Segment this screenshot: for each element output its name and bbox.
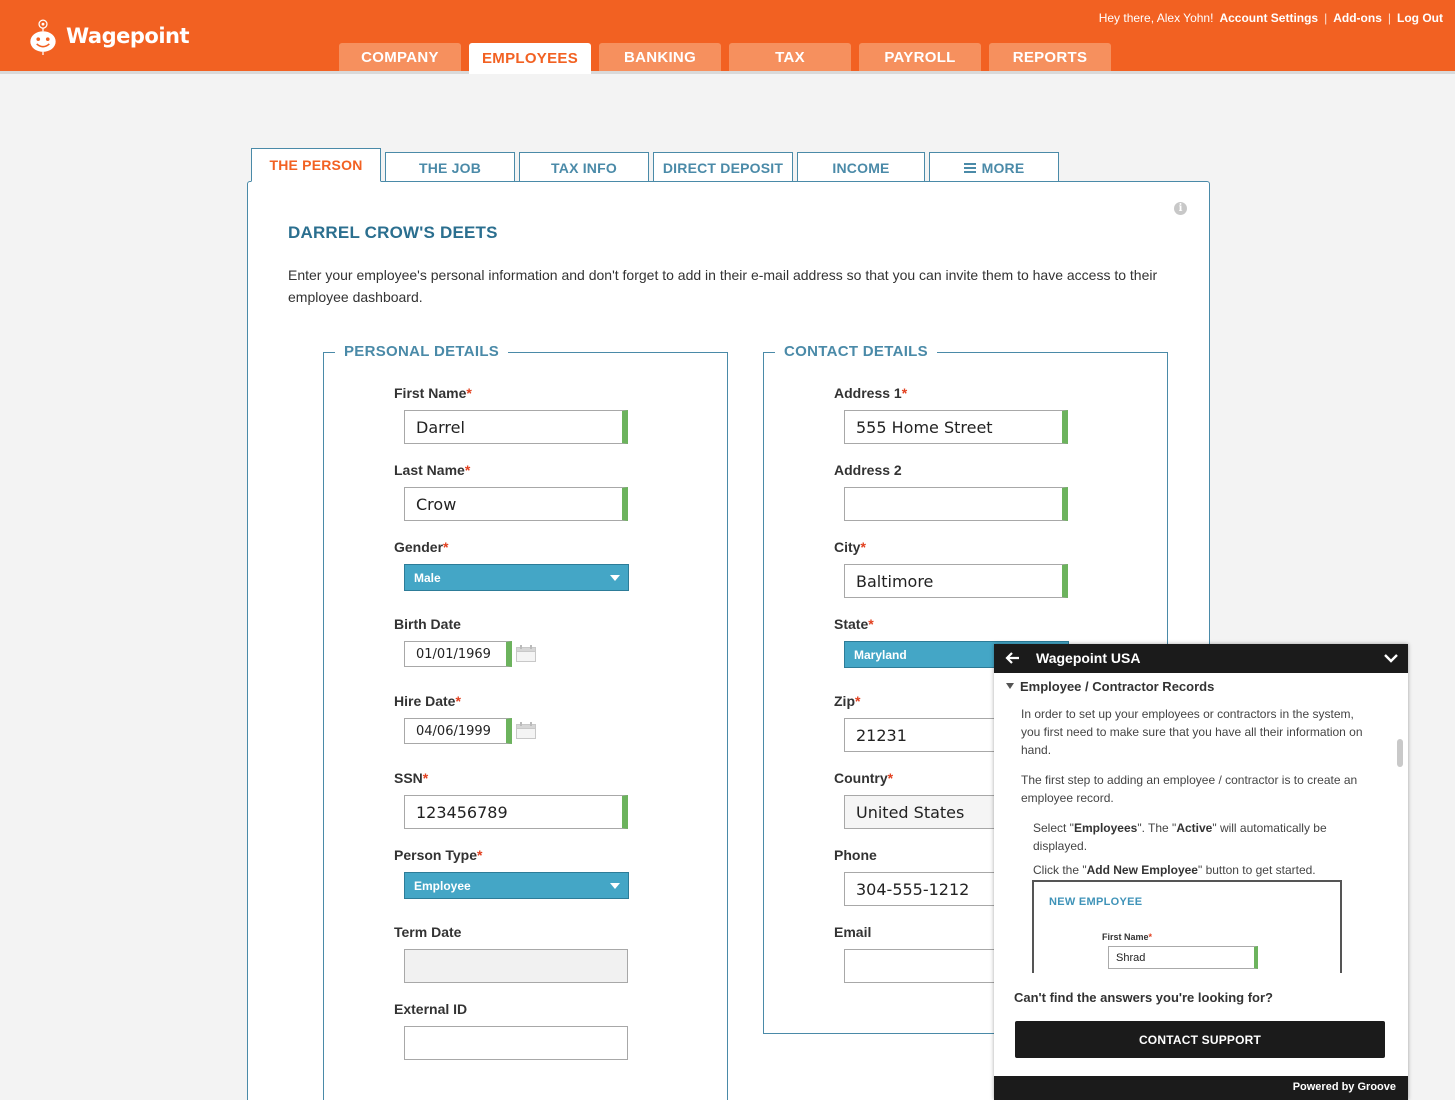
gender-select[interactable]: Male: [404, 564, 629, 591]
logo[interactable]: Wagepoint: [24, 12, 190, 60]
top-bar: Wagepoint Hey there, Alex Yohn! Account …: [0, 0, 1455, 74]
separator: |: [1387, 11, 1392, 25]
widget-screenshot: NEW EMPLOYEE First Name* Shrad: [1032, 880, 1342, 973]
ssn-input[interactable]: 123456789: [404, 795, 628, 829]
logo-face-icon: [30, 19, 56, 55]
country-label: Country*: [834, 770, 894, 786]
contact-details-legend: CONTACT DETAILS: [784, 343, 928, 360]
state-value: Maryland: [854, 647, 907, 662]
caret-down-icon: [610, 575, 620, 581]
separator: |: [1324, 11, 1328, 25]
user-links: Hey there, Alex Yohn! Account Settings |…: [1099, 11, 1443, 25]
gender-label: Gender*: [394, 539, 449, 555]
nav-company[interactable]: COMPANY: [339, 43, 461, 71]
nav-reports[interactable]: REPORTS: [989, 43, 1111, 71]
page-title: DARREL CROW'S DEETS: [288, 223, 498, 242]
nav-employees[interactable]: EMPLOYEES: [469, 43, 591, 74]
email-label: Email: [834, 924, 872, 940]
city-label: City*: [834, 539, 866, 555]
widget-paragraph: Select "Employees". The "Active" will au…: [1033, 821, 1327, 853]
term-date-label: Term Date: [394, 924, 462, 940]
hire-date-input[interactable]: 04/06/1999: [404, 718, 512, 744]
screenshot-title: NEW EMPLOYEE: [1049, 896, 1143, 908]
sub-tabs: THE PERSON THE JOB TAX INFO DIRECT DEPOS…: [251, 148, 1059, 182]
calendar-icon[interactable]: [516, 722, 536, 739]
tab-the-person[interactable]: THE PERSON: [251, 148, 381, 182]
help-widget: Wagepoint USA Employee / Contractor Reco…: [994, 644, 1408, 1100]
address1-label: Address 1*: [834, 385, 908, 401]
back-arrow-icon[interactable]: [1004, 650, 1020, 666]
tab-more[interactable]: MORE: [929, 152, 1059, 182]
fieldset-border: [937, 352, 1168, 353]
widget-title: Wagepoint USA: [1036, 650, 1141, 666]
widget-section-title: Employee / Contractor Records: [1020, 679, 1215, 694]
address2-label: Address 2: [834, 462, 902, 478]
term-date-input: [404, 949, 628, 983]
widget-paragraph: The first step to adding an employee / c…: [1021, 773, 1358, 805]
person-type-value: Employee: [414, 878, 471, 893]
widget-section-toggle[interactable]: Employee / Contractor Records: [1006, 679, 1214, 694]
caret-down-icon: [610, 883, 620, 889]
tab-direct-deposit[interactable]: DIRECT DEPOSIT: [653, 152, 793, 182]
last-name-label: Last Name*: [394, 462, 471, 478]
personal-details-legend: PERSONAL DETAILS: [344, 343, 500, 360]
tab-the-job[interactable]: THE JOB: [385, 152, 515, 182]
log-out-link[interactable]: Log Out: [1397, 11, 1443, 25]
fieldset-border: [763, 352, 775, 353]
contact-support-button[interactable]: CONTACT SUPPORT: [1015, 1021, 1385, 1058]
chevron-down-icon[interactable]: [1384, 651, 1398, 665]
fieldset-border: [508, 352, 728, 353]
widget-question: Can't find the answers you're looking fo…: [1014, 990, 1273, 1005]
tab-tax-info[interactable]: TAX INFO: [519, 152, 649, 182]
first-name-label: First Name*: [394, 385, 472, 401]
logo-text: Wagepoint: [66, 24, 190, 48]
tab-income[interactable]: INCOME: [797, 152, 925, 182]
person-type-select[interactable]: Employee: [404, 872, 629, 899]
fieldset-border: [323, 352, 335, 353]
last-name-input[interactable]: Crow: [404, 487, 628, 521]
phone-label: Phone: [834, 847, 877, 863]
menu-icon: [963, 162, 976, 173]
nav-payroll[interactable]: PAYROLL: [859, 43, 981, 71]
widget-body: Employee / Contractor Records In order t…: [994, 673, 1408, 973]
city-input[interactable]: Baltimore: [844, 564, 1068, 598]
screenshot-label: First Name*: [1102, 932, 1153, 942]
greeting-text: Hey there, Alex Yohn!: [1098, 11, 1214, 25]
intro-text: Enter your employee's personal informati…: [288, 267, 1158, 305]
nav-tax[interactable]: TAX: [729, 43, 851, 71]
add-ons-link[interactable]: Add-ons: [1333, 11, 1382, 25]
state-label: State*: [834, 616, 874, 632]
account-settings-link[interactable]: Account Settings: [1219, 11, 1318, 25]
main-nav: COMPANY EMPLOYEES BANKING TAX PAYROLL RE…: [339, 43, 1111, 74]
widget-scrollbar[interactable]: [1397, 739, 1403, 767]
person-type-label: Person Type*: [394, 847, 483, 863]
address1-input[interactable]: 555 Home Street: [844, 410, 1068, 444]
address2-input[interactable]: [844, 487, 1068, 521]
powered-by-text[interactable]: Powered by Groove: [994, 1076, 1408, 1100]
gender-value: Male: [414, 570, 441, 585]
first-name-input[interactable]: Darrel: [404, 410, 628, 444]
screenshot-input: Shrad: [1108, 946, 1258, 969]
birth-date-input[interactable]: 01/01/1969: [404, 641, 512, 667]
hire-date-label: Hire Date*: [394, 693, 461, 709]
ssn-label: SSN*: [394, 770, 429, 786]
info-icon[interactable]: i: [1174, 202, 1187, 215]
nav-banking[interactable]: BANKING: [599, 43, 721, 71]
widget-paragraph: Click the "Add New Employee" button to g…: [1033, 863, 1316, 877]
birth-date-label: Birth Date: [394, 616, 461, 632]
widget-paragraph: In order to set up your employees or con…: [1021, 707, 1363, 757]
widget-header: Wagepoint USA: [994, 644, 1408, 673]
external-id-input[interactable]: [404, 1026, 628, 1060]
triangle-down-icon: [1006, 683, 1014, 689]
calendar-icon[interactable]: [516, 645, 536, 662]
external-id-label: External ID: [394, 1001, 468, 1017]
zip-label: Zip*: [834, 693, 861, 709]
tab-more-label: MORE: [981, 159, 1025, 176]
